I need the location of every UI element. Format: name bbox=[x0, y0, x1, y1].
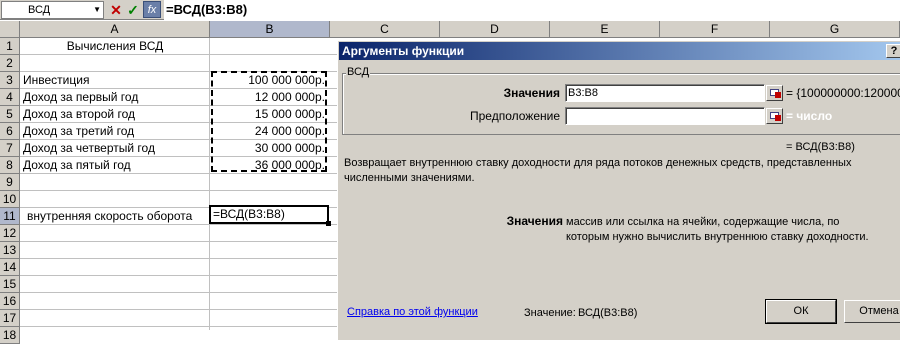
row-header-11[interactable]: 11 bbox=[0, 208, 20, 225]
active-cell-b11[interactable]: =ВСД(B3:B8) bbox=[209, 205, 331, 226]
column-header-f[interactable]: F bbox=[660, 21, 770, 38]
formula-bar: ВСД ▼ ✕ ✓ fx =ВСД(B3:B8) bbox=[0, 0, 900, 20]
column-header-e[interactable]: E bbox=[550, 21, 660, 38]
row-header-6[interactable]: 6 bbox=[0, 123, 20, 140]
cell-a3[interactable]: Инвестиция bbox=[20, 72, 210, 88]
row-header-15[interactable]: 15 bbox=[0, 276, 20, 293]
range-selection-marquee bbox=[211, 71, 327, 172]
arg1-collapse-button[interactable] bbox=[766, 85, 783, 101]
row-header-8[interactable]: 8 bbox=[0, 157, 20, 174]
fill-handle[interactable] bbox=[326, 221, 331, 226]
row-header-3[interactable]: 3 bbox=[0, 72, 20, 89]
column-header-d[interactable]: D bbox=[440, 21, 550, 38]
arrow-icon bbox=[775, 115, 781, 121]
select-all-corner[interactable] bbox=[0, 21, 20, 38]
dialog-titlebar[interactable]: Аргументы функции bbox=[339, 42, 900, 60]
arg2-label: Предположение bbox=[470, 109, 560, 123]
formula-result: = ВСД(B3:B8) bbox=[786, 141, 855, 153]
cancel-button[interactable]: Отмена bbox=[844, 300, 900, 323]
name-box[interactable]: ВСД ▼ bbox=[1, 1, 104, 19]
cell-a4[interactable]: Доход за первый год bbox=[20, 89, 210, 105]
dialog-title: Аргументы функции bbox=[342, 44, 465, 58]
row-header-12[interactable]: 12 bbox=[0, 225, 20, 242]
cell-a11[interactable]: внутренняя скорость оборота bbox=[24, 208, 210, 224]
formula-input[interactable]: =ВСД(B3:B8) bbox=[164, 0, 900, 20]
arg2-result: = число bbox=[786, 109, 833, 123]
column-header-b[interactable]: B bbox=[210, 21, 330, 38]
chevron-down-icon[interactable]: ▼ bbox=[93, 2, 101, 18]
ok-button[interactable]: ОК bbox=[765, 299, 837, 324]
cell-a7[interactable]: Доход за четвертый год bbox=[20, 140, 210, 156]
arg1-result: = {100000000:120000 bbox=[786, 86, 900, 100]
group-label: ВСД bbox=[346, 66, 371, 78]
function-arguments-dialog: Аргументы функции ? ВСД Значения B3:B8 =… bbox=[337, 40, 900, 340]
arg1-label: Значения bbox=[503, 86, 560, 100]
row-header-2[interactable]: 2 bbox=[0, 55, 20, 72]
row-header-5[interactable]: 5 bbox=[0, 106, 20, 123]
row-header-9[interactable]: 9 bbox=[0, 174, 20, 191]
row-header-13[interactable]: 13 bbox=[0, 242, 20, 259]
row-header-4[interactable]: 4 bbox=[0, 89, 20, 106]
cell-a6[interactable]: Доход за третий год bbox=[20, 123, 210, 139]
row-header-17[interactable]: 17 bbox=[0, 310, 20, 327]
cancel-icon[interactable]: ✕ bbox=[108, 2, 124, 18]
column-header-g[interactable]: G bbox=[770, 21, 900, 38]
name-box-value: ВСД bbox=[28, 4, 51, 16]
cell-a5[interactable]: Доход за второй год bbox=[20, 106, 210, 122]
value-readout: ВСД(B3:B8) bbox=[578, 307, 638, 319]
arg2-collapse-button[interactable] bbox=[766, 108, 783, 124]
cell-a1[interactable]: Вычисления ВСД bbox=[20, 38, 210, 54]
column-header-a[interactable]: A bbox=[20, 21, 210, 38]
arg1-input[interactable]: B3:B8 bbox=[565, 84, 765, 102]
active-cell-formula: =ВСД(B3:B8) bbox=[213, 207, 285, 221]
arg2-input[interactable] bbox=[565, 107, 765, 125]
row-header-10[interactable]: 10 bbox=[0, 191, 20, 208]
row-header-16[interactable]: 16 bbox=[0, 293, 20, 310]
cell-a8[interactable]: Доход за пятый год bbox=[20, 157, 210, 173]
row-header-7[interactable]: 7 bbox=[0, 140, 20, 157]
arrow-icon bbox=[775, 92, 781, 98]
param-description: массив или ссылка на ячейки, содержащие … bbox=[566, 216, 869, 243]
insert-function-icon[interactable]: fx bbox=[143, 1, 161, 18]
row-header-14[interactable]: 14 bbox=[0, 259, 20, 276]
help-link[interactable]: Справка по этой функции bbox=[347, 306, 478, 318]
function-description: Возвращает внутреннюю ставку доходности … bbox=[344, 157, 852, 184]
param-name: Значения bbox=[506, 214, 563, 228]
column-header-c[interactable]: C bbox=[330, 21, 440, 38]
enter-icon[interactable]: ✓ bbox=[125, 2, 141, 18]
help-button[interactable]: ? bbox=[886, 44, 900, 58]
value-label: Значение: bbox=[524, 307, 576, 319]
row-header-1[interactable]: 1 bbox=[0, 38, 20, 55]
arguments-group bbox=[342, 73, 900, 135]
